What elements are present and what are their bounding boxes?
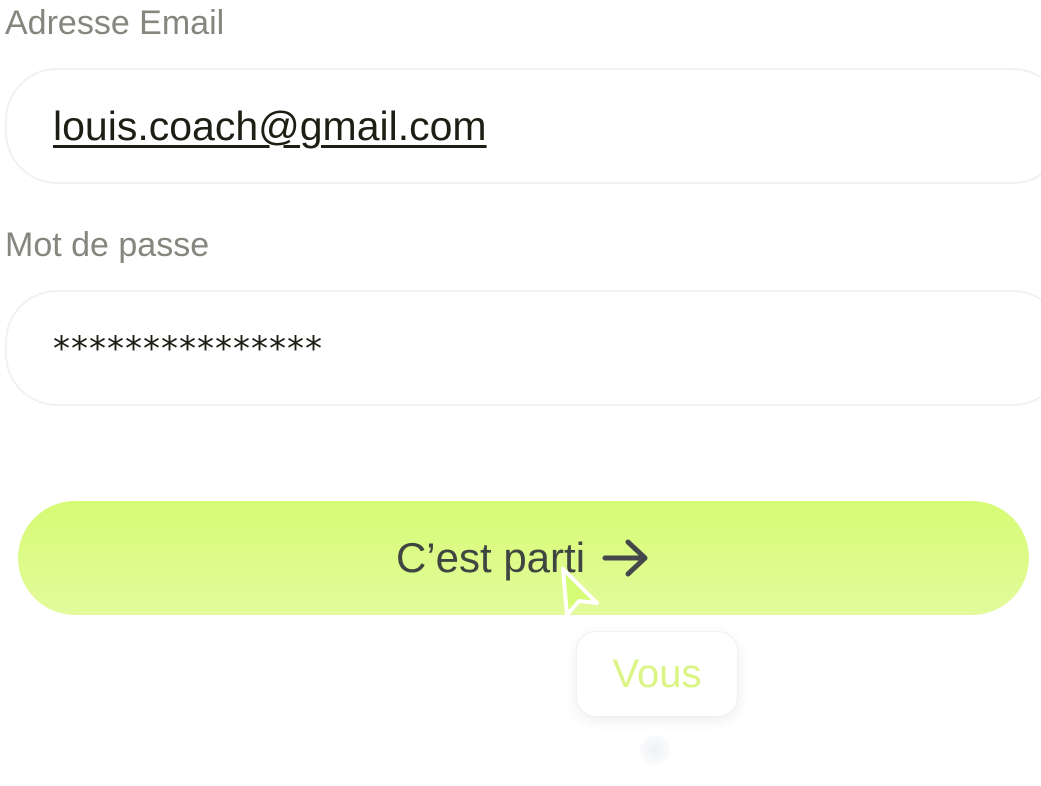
cursor-tooltip: Vous xyxy=(576,631,738,717)
submit-button[interactable]: C’est parti xyxy=(18,501,1029,615)
email-field[interactable]: louis.coach@gmail.com xyxy=(5,68,1041,184)
email-value[interactable]: louis.coach@gmail.com xyxy=(53,106,487,147)
arrow-right-icon xyxy=(602,539,648,577)
cursor-tooltip-label: Vous xyxy=(612,652,702,696)
cursor-shadow xyxy=(640,735,670,765)
login-form: Adresse Email louis.coach@gmail.com Mot … xyxy=(0,0,1041,786)
email-label: Adresse Email xyxy=(5,4,225,42)
password-field[interactable]: *************** xyxy=(5,290,1041,406)
password-value[interactable]: *************** xyxy=(53,332,323,366)
password-label: Mot de passe xyxy=(5,226,210,264)
mouse-pointer-icon xyxy=(561,567,599,617)
